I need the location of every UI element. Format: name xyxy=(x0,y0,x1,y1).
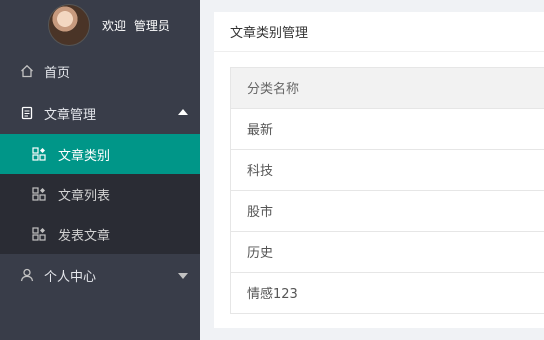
home-icon xyxy=(20,64,34,78)
user-info: 欢迎 管理员 xyxy=(0,0,200,50)
table-row[interactable]: 情感123 xyxy=(231,272,544,313)
sidebar-item-label: 发表文章 xyxy=(58,228,111,244)
avatar[interactable] xyxy=(48,4,90,46)
sidebar-item-article-category[interactable]: 文章类别 xyxy=(0,134,200,174)
column-header-category-name[interactable]: 分类名称 xyxy=(231,68,544,109)
sidebar-item-personal-center[interactable]: 个人中心 xyxy=(0,254,200,296)
sidebar-item-home[interactable]: 首页 xyxy=(0,50,200,92)
panel-title: 文章类别管理 xyxy=(214,12,544,52)
user-greeting: 欢迎 管理员 xyxy=(102,17,174,34)
table-row[interactable]: 科技 xyxy=(231,149,544,191)
grid-icon xyxy=(32,227,46,241)
category-panel: 文章类别管理 分类名称 最新 科技 股市 历史 情感123 xyxy=(214,12,544,328)
table-cell: 最新 xyxy=(231,108,544,150)
category-table: 分类名称 最新 科技 股市 历史 情感123 xyxy=(230,67,544,314)
sidebar-item-article-list[interactable]: 文章列表 xyxy=(0,174,200,214)
table-cell: 情感123 xyxy=(247,287,298,303)
table-row[interactable]: 最新 xyxy=(231,108,544,150)
sidebar-item-publish-article[interactable]: 发表文章 xyxy=(0,214,200,254)
table-cell: 历史 xyxy=(231,231,544,273)
sidebar-item-label: 文章管理 xyxy=(44,107,97,123)
sidebar: 欢迎 管理员 首页 文章管理 文章类别 文章列表 发表文章 个人中心 xyxy=(0,0,200,340)
sidebar-item-label: 个人中心 xyxy=(44,269,97,285)
chevron-down-icon[interactable] xyxy=(178,273,188,279)
chevron-up-icon[interactable] xyxy=(178,109,188,115)
table-row[interactable]: 历史 xyxy=(231,231,544,273)
greeting-text: 欢迎 xyxy=(102,18,127,33)
grid-icon xyxy=(32,147,46,161)
table-cell: 股市 xyxy=(231,190,544,232)
document-icon xyxy=(20,106,34,120)
main-content: 文章类别管理 分类名称 最新 科技 股市 历史 情感123 xyxy=(200,0,544,340)
sidebar-item-article-management[interactable]: 文章管理 xyxy=(0,92,200,134)
grid-icon xyxy=(32,187,46,201)
table-row[interactable]: 股市 xyxy=(231,190,544,232)
user-icon xyxy=(20,268,34,282)
table-header-row: 分类名称 xyxy=(231,68,544,109)
sidebar-item-label: 首页 xyxy=(44,65,71,81)
submenu-article-management: 文章类别 文章列表 发表文章 xyxy=(0,134,200,254)
table-cell: 科技 xyxy=(231,149,544,191)
sidebar-item-label: 文章列表 xyxy=(58,188,111,204)
sidebar-item-label: 文章类别 xyxy=(58,148,111,164)
user-name[interactable]: 管理员 xyxy=(134,19,170,33)
